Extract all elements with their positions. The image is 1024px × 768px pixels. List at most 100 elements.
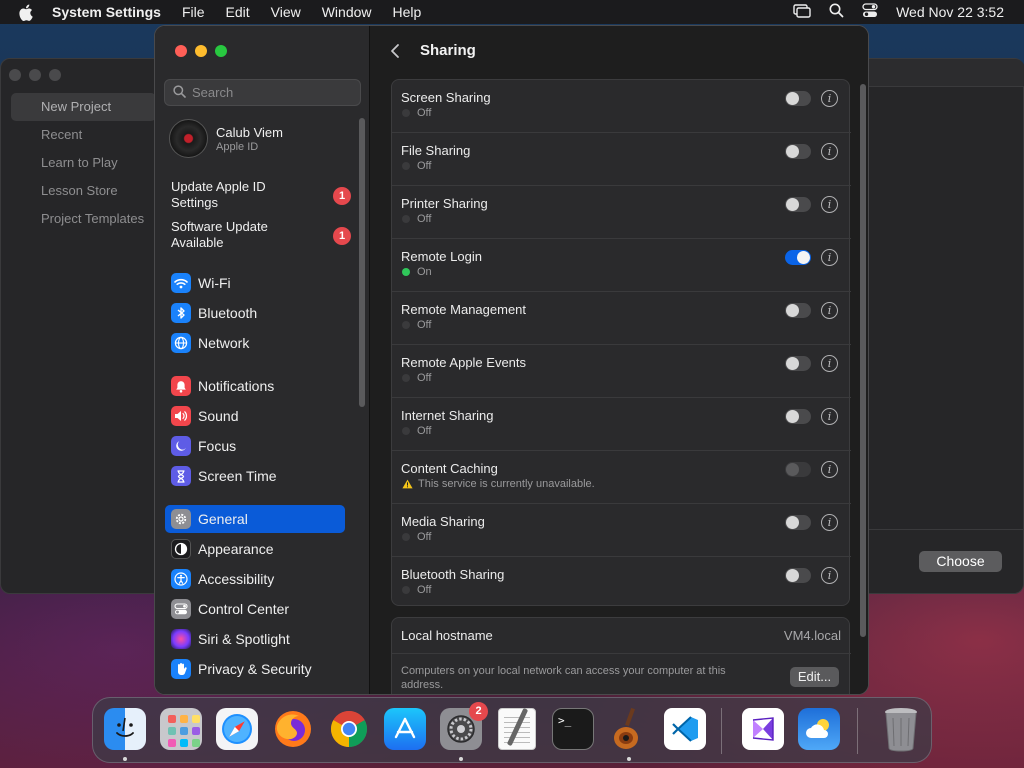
speaker-icon (171, 406, 191, 426)
service-row[interactable]: File Sharing Off i (392, 133, 851, 186)
dock-separator (857, 708, 858, 754)
service-toggle[interactable] (785, 515, 811, 530)
firefox-icon[interactable] (270, 706, 316, 752)
service-status: Off (402, 372, 431, 384)
service-toggle[interactable] (785, 409, 811, 424)
service-toggle[interactable] (785, 568, 811, 583)
bg-sidebar-item-lesson-store[interactable]: Lesson Store (11, 177, 156, 205)
info-icon[interactable]: i (821, 461, 838, 478)
bg-sidebar-item-learn-to-play[interactable]: Learn to Play (11, 149, 156, 177)
service-toggle[interactable] (785, 144, 811, 159)
bg-sidebar-item-project-templates[interactable]: Project Templates (11, 205, 156, 233)
launchpad-icon[interactable] (158, 706, 204, 752)
moon-icon (171, 436, 191, 456)
chrome-icon[interactable] (326, 706, 372, 752)
menu-edit[interactable]: Edit (226, 4, 250, 20)
service-row[interactable]: Remote Login On i (392, 239, 851, 292)
info-icon[interactable]: i (821, 514, 838, 531)
info-icon[interactable]: i (821, 302, 838, 319)
sidebar-item-notifications[interactable]: Notifications (165, 372, 345, 400)
sidebar-item-screen-time[interactable]: Screen Time (165, 462, 345, 490)
service-row[interactable]: Remote Apple Events Off i (392, 345, 851, 398)
sidebar-item-sound[interactable]: Sound (165, 402, 345, 430)
control-center-icon[interactable] (862, 3, 878, 21)
sidebar-item-appearance[interactable]: Appearance (165, 535, 345, 563)
menu-view[interactable]: View (271, 4, 301, 20)
globe-icon (171, 333, 191, 353)
service-toggle[interactable] (785, 462, 811, 477)
sidebar-item-accessibility[interactable]: Accessibility (165, 565, 345, 593)
info-icon[interactable]: i (821, 249, 838, 266)
notice-update-apple-id[interactable]: Update Apple ID Settings 1 (171, 179, 351, 211)
sidebar-item-control-center[interactable]: Control Center (165, 595, 345, 623)
sidebar-item-wifi[interactable]: Wi-Fi (165, 269, 345, 297)
app-store-icon[interactable] (382, 706, 428, 752)
notice-software-update[interactable]: Software Update Available 1 (171, 219, 351, 251)
service-row[interactable]: Screen Sharing Off i (392, 80, 851, 133)
service-status-text: Off (417, 107, 432, 119)
running-indicator (459, 757, 463, 761)
service-row[interactable]: Remote Management Off i (392, 292, 851, 345)
terminal-icon[interactable]: >_ (550, 706, 596, 752)
status-dot-icon (402, 162, 410, 170)
service-toggle[interactable] (785, 356, 811, 371)
screen-mirroring-icon[interactable] (793, 3, 811, 21)
spotlight-search-icon[interactable] (829, 3, 844, 21)
sidebar-item-network[interactable]: Network (165, 329, 345, 357)
service-row[interactable]: Bluetooth Sharing Off i (392, 557, 851, 610)
minimize-button-inactive[interactable] (29, 69, 41, 81)
minimize-button[interactable] (195, 45, 207, 57)
sidebar-item-general[interactable]: General (165, 505, 345, 533)
safari-icon[interactable] (214, 706, 260, 752)
running-indicator (123, 757, 127, 761)
service-row[interactable]: Printer Sharing Off i (392, 186, 851, 239)
info-icon[interactable]: i (821, 196, 838, 213)
sidebar-item-bluetooth[interactable]: Bluetooth (165, 299, 345, 327)
close-button[interactable] (175, 45, 187, 57)
service-toggle[interactable] (785, 91, 811, 106)
menu-window[interactable]: Window (322, 4, 372, 20)
sidebar-item-siri-spotlight[interactable]: Siri & Spotlight (165, 625, 345, 653)
edit-hostname-button[interactable]: Edit... (790, 667, 839, 687)
zoom-button[interactable] (215, 45, 227, 57)
service-row[interactable]: Internet Sharing Off i (392, 398, 851, 451)
service-row[interactable]: Media Sharing Off i (392, 504, 851, 557)
service-toggle[interactable] (785, 250, 811, 265)
info-icon[interactable]: i (821, 90, 838, 107)
zoom-button-inactive[interactable] (49, 69, 61, 81)
apple-id-account[interactable]: Calub Viem Apple ID (169, 119, 283, 158)
service-row[interactable]: Content Caching This service is currently… (392, 451, 851, 504)
textedit-icon[interactable] (494, 706, 540, 752)
menu-clock[interactable]: Wed Nov 22 3:52 (896, 4, 1004, 20)
garageband-icon[interactable] (606, 706, 652, 752)
service-status: Off (402, 531, 431, 543)
info-icon[interactable]: i (821, 143, 838, 160)
bg-sidebar-item-recent[interactable]: Recent (11, 121, 156, 149)
sidebar-search-field[interactable]: Search (164, 79, 361, 106)
service-toggle[interactable] (785, 303, 811, 318)
sidebar-scrollbar[interactable] (359, 118, 365, 407)
dock-notification-badge: 2 (469, 702, 488, 721)
weather-icon[interactable] (796, 706, 842, 752)
bg-sidebar-item-new-project[interactable]: New Project (11, 93, 156, 121)
trash-icon[interactable] (878, 706, 924, 752)
close-button-inactive[interactable] (9, 69, 21, 81)
choose-button[interactable]: Choose (919, 551, 1002, 572)
finder-icon[interactable] (102, 706, 148, 752)
sidebar-item-focus[interactable]: Focus (165, 432, 345, 460)
info-icon[interactable]: i (821, 408, 838, 425)
info-icon[interactable]: i (821, 567, 838, 584)
apple-menu-icon[interactable] (18, 4, 34, 21)
visual-studio-icon[interactable] (740, 706, 786, 752)
menu-app-name[interactable]: System Settings (52, 4, 161, 20)
back-chevron-icon[interactable] (390, 42, 404, 60)
menu-help[interactable]: Help (393, 4, 422, 20)
vscode-icon[interactable] (662, 706, 708, 752)
content-scrollbar[interactable] (860, 84, 866, 637)
info-icon[interactable]: i (821, 355, 838, 372)
service-status-text: Off (417, 160, 432, 172)
sidebar-item-privacy-security[interactable]: Privacy & Security (165, 655, 345, 683)
menu-file[interactable]: File (182, 4, 205, 20)
service-status: Off (402, 213, 431, 225)
service-toggle[interactable] (785, 197, 811, 212)
